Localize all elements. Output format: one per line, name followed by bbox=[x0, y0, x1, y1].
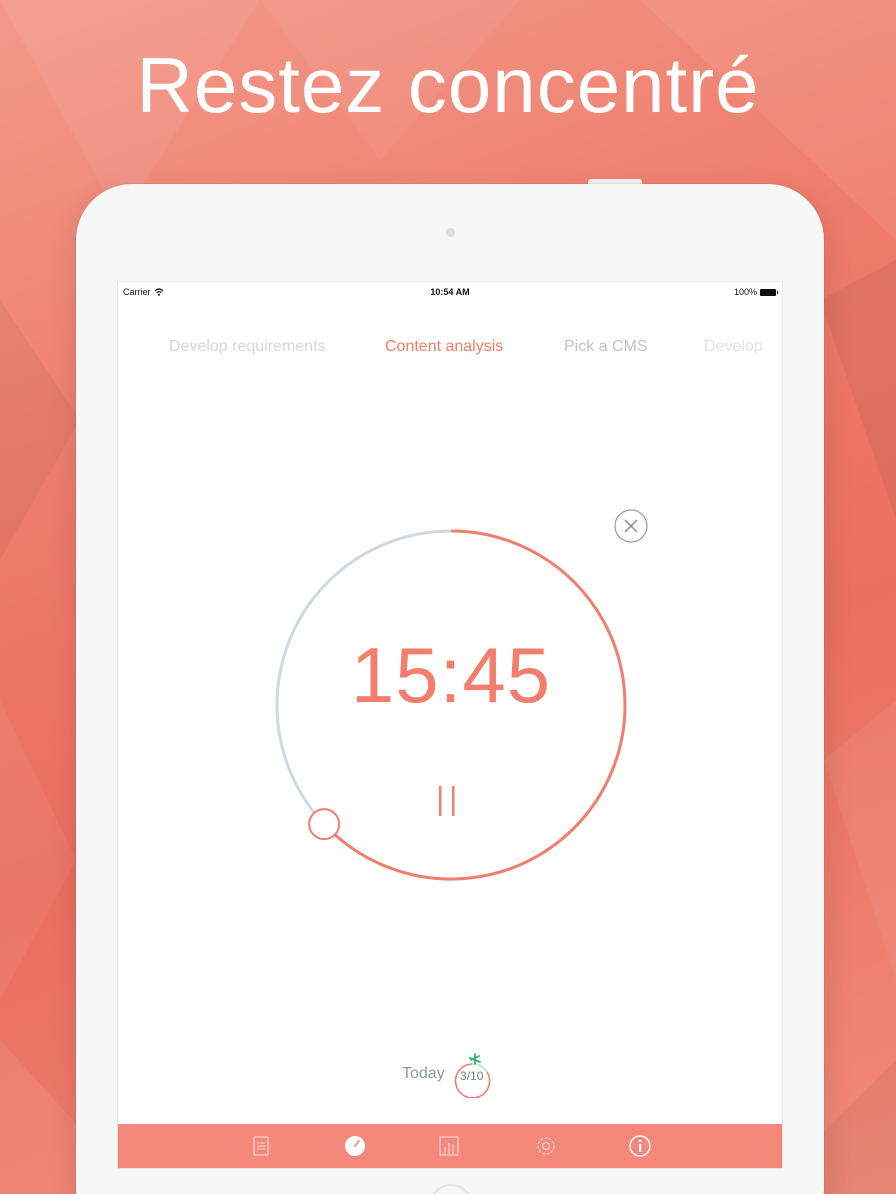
camera-icon bbox=[446, 228, 455, 237]
today-count: 3/10 bbox=[460, 1069, 484, 1083]
list-icon[interactable] bbox=[249, 1134, 273, 1158]
home-button bbox=[429, 1184, 473, 1194]
app-screen: Carrier 10:54 AM 100% Develop requiremen… bbox=[117, 281, 783, 1169]
stats-icon[interactable] bbox=[437, 1134, 461, 1158]
timer-knob[interactable] bbox=[308, 808, 341, 841]
timer-time: 15:45 bbox=[350, 631, 552, 719]
tomato-badge: 3/10 bbox=[449, 1050, 495, 1099]
headline: Restez concentré bbox=[136, 41, 760, 129]
tab-bar bbox=[118, 1124, 782, 1168]
close-icon[interactable] bbox=[614, 509, 648, 543]
timer-dial bbox=[275, 509, 648, 881]
today-label: Today bbox=[402, 1065, 445, 1082]
info-icon[interactable] bbox=[628, 1134, 652, 1158]
pause-icon[interactable] bbox=[439, 786, 455, 816]
timer-icon[interactable] bbox=[343, 1134, 367, 1158]
settings-icon[interactable] bbox=[534, 1134, 558, 1158]
today-summary[interactable]: Today 3/10 bbox=[402, 1050, 495, 1099]
